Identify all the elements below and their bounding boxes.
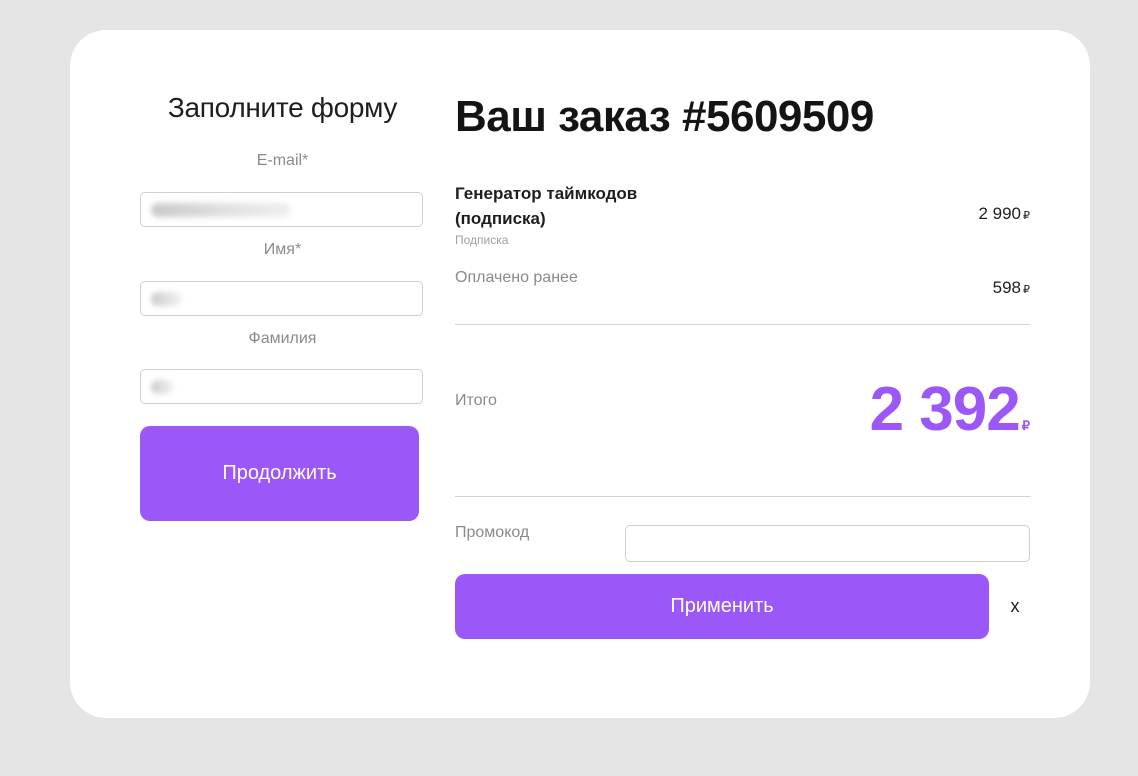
item-price: 2 990 ₽ (978, 204, 1030, 224)
last-name-field[interactable] (140, 369, 423, 404)
divider-top (455, 324, 1030, 325)
divider-bottom (455, 496, 1030, 497)
promo-label: Промокод (455, 524, 530, 541)
item-name: Генератор таймкодов (подписка) (455, 184, 638, 228)
checkout-card: Заполните форму E-mail* Имя* Фамилия Про… (70, 30, 1090, 718)
paid-before-amount: 598 (992, 278, 1021, 297)
total-amount-value: 2 392 (869, 375, 1021, 444)
paid-before-price: 598 ₽ (993, 278, 1030, 298)
paid-before-label: Оплачено ранее (455, 269, 578, 286)
order-title: Ваш заказ #5609509 (455, 92, 874, 141)
first-name-field[interactable] (140, 281, 423, 316)
first-name-label: Имя* (263, 241, 302, 258)
last-name-label: Фамилия (248, 330, 317, 347)
first-name-value-blurred (151, 292, 181, 306)
item-price-amount: 2 990 (978, 204, 1021, 223)
total-amount-currency: ₽ (1021, 418, 1030, 433)
last-name-value-blurred (151, 380, 173, 394)
email-label: E-mail* (256, 152, 309, 169)
item-price-currency: ₽ (1023, 210, 1030, 222)
form-title: Заполните форму (167, 92, 398, 123)
promo-input[interactable] (625, 525, 1030, 562)
email-field[interactable] (140, 192, 423, 227)
paid-before-currency: ₽ (1023, 284, 1030, 296)
email-value-blurred (151, 203, 291, 217)
total-label: Итого (455, 392, 497, 409)
apply-promo-button[interactable]: Применить (455, 574, 989, 639)
item-type: Подписка (455, 233, 509, 247)
clear-promo-button[interactable]: x (1008, 596, 1022, 616)
continue-button[interactable]: Продолжить (140, 426, 419, 521)
total-amount: 2 392 ₽ (870, 374, 1030, 445)
